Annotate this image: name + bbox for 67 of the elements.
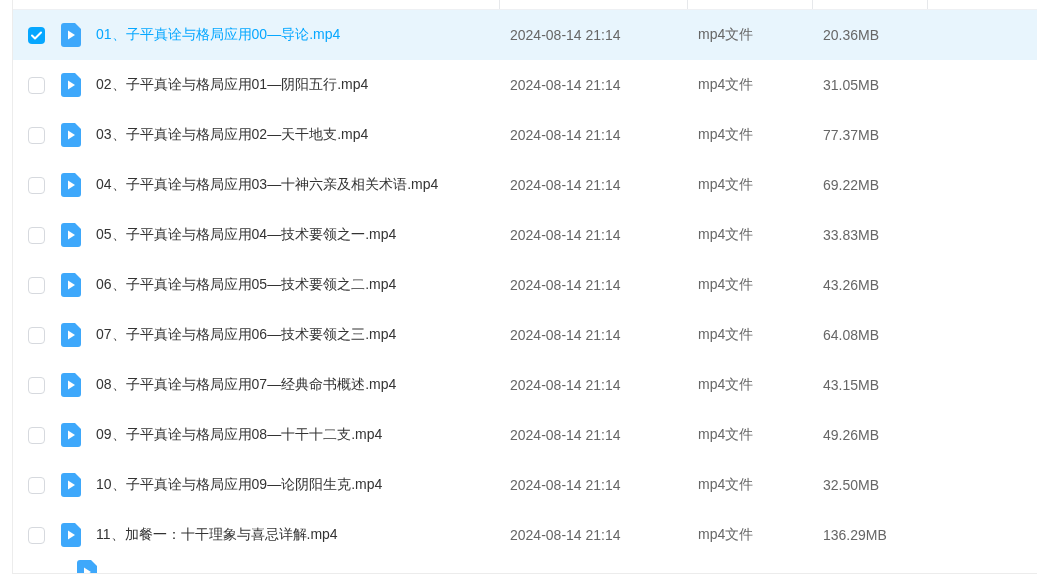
- checkbox[interactable]: [28, 326, 45, 344]
- video-file-icon: [61, 323, 81, 347]
- checkbox[interactable]: [28, 476, 45, 494]
- file-size: 43.26MB: [822, 277, 881, 293]
- file-type: mp4文件: [697, 276, 755, 294]
- file-name[interactable]: 10、子平真诠与格局应用09—论阴阳生克.mp4: [96, 476, 383, 494]
- checkbox[interactable]: [28, 26, 45, 44]
- file-name[interactable]: 05、子平真诠与格局应用04—技术要领之一.mp4: [96, 226, 397, 244]
- checkbox[interactable]: [28, 126, 45, 144]
- file-name[interactable]: 09、子平真诠与格局应用08—十干十二支.mp4: [96, 426, 383, 444]
- file-type: mp4文件: [697, 376, 755, 394]
- file-name[interactable]: 03、子平真诠与格局应用02—天干地支.mp4: [96, 126, 369, 144]
- video-file-icon: [61, 123, 81, 147]
- file-name[interactable]: 11、加餐一：十干理象与喜忌详解.mp4: [96, 526, 338, 544]
- modified-time: 2024-08-14 21:14: [509, 277, 622, 293]
- file-size: 77.37MB: [822, 127, 881, 143]
- file-type: mp4文件: [697, 426, 755, 444]
- video-file-icon: [61, 473, 81, 497]
- video-file-icon: [61, 173, 81, 197]
- file-size: 33.83MB: [822, 227, 881, 243]
- modified-time: 2024-08-14 21:14: [509, 177, 622, 193]
- video-file-icon: [61, 223, 81, 247]
- checkbox[interactable]: [28, 426, 45, 444]
- modified-time: 2024-08-14 21:14: [509, 127, 622, 143]
- video-file-icon: [61, 73, 81, 97]
- file-type: mp4文件: [697, 226, 755, 244]
- modified-time: 2024-08-14 21:14: [509, 477, 622, 493]
- file-size: 136.29MB: [822, 527, 888, 543]
- file-size: 20.36MB: [822, 27, 881, 43]
- file-size: 49.26MB: [822, 427, 881, 443]
- video-file-icon: [61, 23, 81, 47]
- checkmark-icon: [31, 30, 42, 40]
- video-file-icon: [61, 273, 81, 297]
- checkbox[interactable]: [28, 276, 45, 294]
- file-type: mp4文件: [697, 176, 755, 194]
- file-size: 64.08MB: [822, 327, 881, 343]
- file-size: 31.05MB: [822, 77, 881, 93]
- file-size: 69.22MB: [822, 177, 881, 193]
- checkbox[interactable]: [28, 76, 45, 94]
- file-name[interactable]: 02、子平真诠与格局应用01—阴阳五行.mp4: [96, 76, 369, 94]
- file-size: 43.15MB: [822, 377, 881, 393]
- video-file-icon: [61, 423, 81, 447]
- file-type: mp4文件: [697, 26, 755, 44]
- file-size: 32.50MB: [822, 477, 881, 493]
- checkbox[interactable]: [28, 526, 45, 544]
- modified-time: 2024-08-14 21:14: [509, 527, 622, 543]
- modified-time: 2024-08-14 21:14: [509, 377, 622, 393]
- file-row[interactable]: 01、子平真诠与格局应用00—导论.mp4 2024-08-14 21:14 mp4文件 20.36MB: [13, 10, 1037, 60]
- file-name[interactable]: 04、子平真诠与格局应用03—十神六亲及相关术语.mp4: [96, 176, 439, 194]
- file-type: mp4文件: [697, 76, 755, 94]
- video-file-icon: [61, 523, 81, 547]
- modified-time: 2024-08-14 21:14: [509, 227, 622, 243]
- checkbox[interactable]: [28, 226, 45, 244]
- file-name[interactable]: 06、子平真诠与格局应用05—技术要领之二.mp4: [96, 276, 397, 294]
- file-type: mp4文件: [697, 476, 755, 494]
- video-file-icon: [61, 373, 81, 397]
- checkbox[interactable]: [28, 376, 45, 394]
- file-type: mp4文件: [697, 126, 755, 144]
- modified-time: 2024-08-14 21:14: [509, 327, 622, 343]
- file-type: mp4文件: [697, 326, 755, 344]
- modified-time: 2024-08-14 21:14: [509, 427, 622, 443]
- modified-time: 2024-08-14 21:14: [509, 27, 622, 43]
- file-name[interactable]: 08、子平真诠与格局应用07—经典命书概述.mp4: [96, 376, 397, 394]
- modified-time: 2024-08-14 21:14: [509, 77, 622, 93]
- file-type: mp4文件: [697, 526, 755, 544]
- file-name[interactable]: 07、子平真诠与格局应用06—技术要领之三.mp4: [96, 326, 397, 344]
- checkbox[interactable]: [28, 176, 45, 194]
